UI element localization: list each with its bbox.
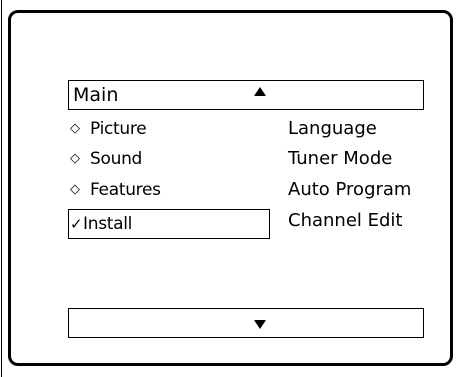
- menu-item-label: Features: [90, 180, 161, 200]
- diamond-icon: ◇: [70, 121, 80, 136]
- footer-bar: [68, 308, 424, 338]
- menu-title: Main: [73, 84, 119, 106]
- menu-item-label: Picture: [90, 119, 147, 139]
- page-edge-line: [1, 0, 2, 377]
- submenu-item-tuner-mode[interactable]: Tuner Mode: [288, 147, 392, 171]
- triangle-down-icon[interactable]: [254, 320, 266, 329]
- submenu-item-channel-edit[interactable]: Channel Edit: [288, 209, 402, 233]
- diamond-icon: ◇: [70, 182, 80, 197]
- menu-item-label: Sound: [90, 149, 143, 169]
- menu-item-install-selected[interactable]: ✓ Install: [68, 209, 270, 239]
- submenu-item-auto-program[interactable]: Auto Program: [288, 178, 411, 202]
- submenu-item-language[interactable]: Language: [288, 117, 377, 141]
- main-header-bar: Main: [68, 80, 424, 110]
- menu-item-label: Install: [83, 214, 133, 234]
- diamond-icon: ◇: [70, 151, 80, 166]
- checkmark-icon: ✓: [70, 215, 83, 233]
- triangle-up-icon[interactable]: [254, 87, 266, 96]
